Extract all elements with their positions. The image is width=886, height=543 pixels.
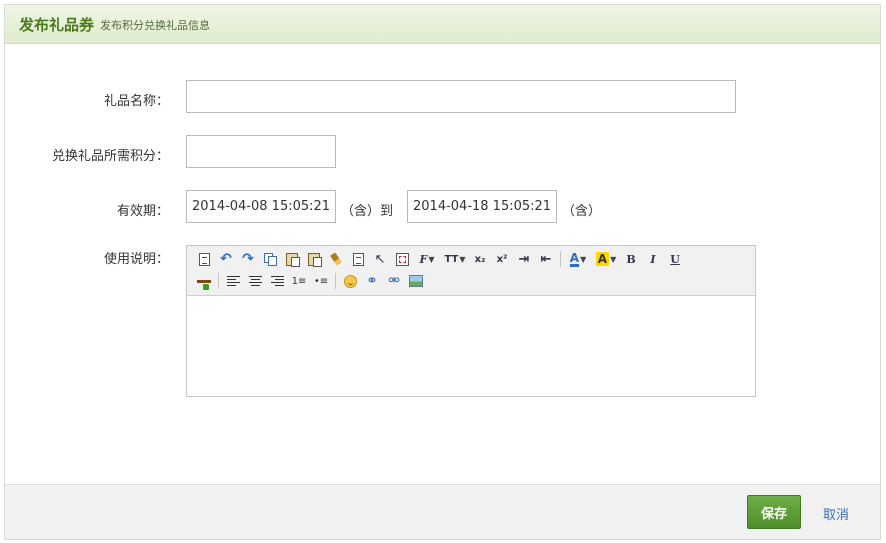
dialog-footer: 保存 取消 (5, 484, 880, 539)
chevron-down-icon: ▼ (428, 254, 435, 264)
paste-word-button[interactable] (303, 249, 325, 269)
highlight-color-icon: A (595, 252, 610, 266)
inclusive-text: （含） (562, 204, 602, 219)
unordered-list-button[interactable]: •≡ (310, 271, 332, 291)
rich-text-editor: ↶ ↷ ↖ F ▼ TT ▼ x₂ x² ⇥ ⇤ A ▼ A ▼ B I U 1… (186, 245, 756, 397)
document-icon (198, 252, 210, 266)
align-right-icon (270, 275, 284, 287)
emoticon-button[interactable] (339, 271, 361, 291)
font-family-dropdown[interactable]: F ▼ (413, 249, 441, 269)
underline-button[interactable]: U (664, 249, 686, 269)
toolbar-divider (335, 273, 336, 289)
align-left-icon (226, 275, 240, 287)
paste-icon (286, 252, 300, 267)
cancel-link[interactable]: 取消 (823, 504, 849, 523)
brush-icon (330, 252, 342, 266)
indent-icon: ⇥ (518, 251, 530, 267)
undo-icon: ↶ (220, 251, 232, 267)
edit-document-icon (352, 252, 364, 266)
end-date-input[interactable]: 2014-04-18 15:05:21 (407, 190, 557, 223)
points-input[interactable] (186, 135, 336, 168)
subscript-icon: x₂ (474, 253, 486, 265)
align-left-button[interactable] (222, 271, 244, 291)
dialog-header: 发布礼品券 发布积分兑换礼品信息 (5, 5, 880, 44)
unordered-list-icon: •≡ (313, 275, 329, 287)
gift-name-input[interactable] (186, 80, 736, 113)
italic-button[interactable]: I (642, 249, 664, 269)
horizontal-rule-button[interactable] (193, 271, 215, 291)
font-color-icon: A (569, 250, 580, 267)
italic-icon: I (650, 252, 656, 266)
toolbar-row-2: 1≡ •≡ ⚭ ⚮ (193, 271, 427, 291)
insert-image-button[interactable] (405, 271, 427, 291)
select-button[interactable]: ↖ (369, 249, 391, 269)
background-color-dropdown[interactable]: A ▼ (592, 249, 620, 269)
link-icon: ⚭ (366, 273, 378, 289)
superscript-icon: x² (496, 253, 508, 265)
chevron-down-icon: ▼ (580, 254, 587, 264)
paste-word-icon (308, 252, 322, 267)
subscript-button[interactable]: x₂ (469, 249, 491, 269)
smiley-icon (343, 274, 357, 288)
align-center-button[interactable] (244, 271, 266, 291)
undo-button[interactable]: ↶ (215, 249, 237, 269)
copy-icon (264, 253, 277, 266)
points-label: 兑换礼品所需积分： (51, 149, 169, 164)
underline-icon: U (670, 252, 680, 266)
toolbar-divider (218, 273, 219, 289)
inclusive-to-text: （含）到 (341, 204, 394, 219)
toolbar-divider (560, 251, 561, 267)
validity-label: 有效期： (116, 204, 169, 219)
font-size-dropdown[interactable]: TT ▼ (441, 249, 469, 269)
font-color-dropdown[interactable]: A ▼ (564, 249, 592, 269)
format-painter-button[interactable] (347, 249, 369, 269)
chevron-down-icon: ▼ (459, 254, 466, 264)
redo-button[interactable]: ↷ (237, 249, 259, 269)
indent-button[interactable]: ⇥ (513, 249, 535, 269)
unlink-button[interactable]: ⚮ (383, 271, 405, 291)
paste-button[interactable] (281, 249, 303, 269)
insert-link-button[interactable]: ⚭ (361, 271, 383, 291)
align-right-button[interactable] (266, 271, 288, 291)
bold-icon: B (626, 252, 636, 266)
ordered-list-icon: 1≡ (291, 275, 307, 287)
horizontal-rule-icon (197, 279, 211, 290)
page-title: 发布礼品券 (19, 15, 95, 34)
editor-toolbar: ↶ ↷ ↖ F ▼ TT ▼ x₂ x² ⇥ ⇤ A ▼ A ▼ B I U 1… (187, 246, 755, 296)
fullscreen-icon (395, 252, 409, 266)
chevron-down-icon: ▼ (610, 254, 617, 264)
toolbar-row-1: ↶ ↷ ↖ F ▼ TT ▼ x₂ x² ⇥ ⇤ A ▼ A ▼ B I U (193, 249, 686, 269)
font-size-icon: TT (444, 253, 459, 265)
start-date-input[interactable]: 2014-04-08 15:05:21 (186, 190, 336, 223)
unlink-icon: ⚮ (388, 273, 400, 289)
bold-button[interactable]: B (620, 249, 642, 269)
instructions-label: 使用说明： (103, 252, 169, 267)
superscript-button[interactable]: x² (491, 249, 513, 269)
redo-icon: ↷ (242, 251, 254, 267)
align-center-icon (248, 275, 262, 287)
image-icon (409, 275, 423, 287)
publish-gift-coupon-dialog: 发布礼品券 发布积分兑换礼品信息 礼品名称： 兑换礼品所需积分： 有效期： 20… (4, 4, 881, 540)
source-code-button[interactable] (193, 249, 215, 269)
page-subtitle: 发布积分兑换礼品信息 (100, 19, 211, 32)
font-family-icon: F (419, 252, 428, 266)
save-button[interactable]: 保存 (747, 495, 801, 529)
ordered-list-button[interactable]: 1≡ (288, 271, 310, 291)
outdent-button[interactable]: ⇤ (535, 249, 557, 269)
clear-format-button[interactable] (325, 249, 347, 269)
copy-button[interactable] (259, 249, 281, 269)
fullscreen-button[interactable] (391, 249, 413, 269)
cursor-icon: ↖ (374, 251, 386, 267)
editor-content-area[interactable] (187, 296, 755, 396)
gift-name-label: 礼品名称： (103, 94, 169, 109)
outdent-icon: ⇤ (540, 251, 552, 267)
